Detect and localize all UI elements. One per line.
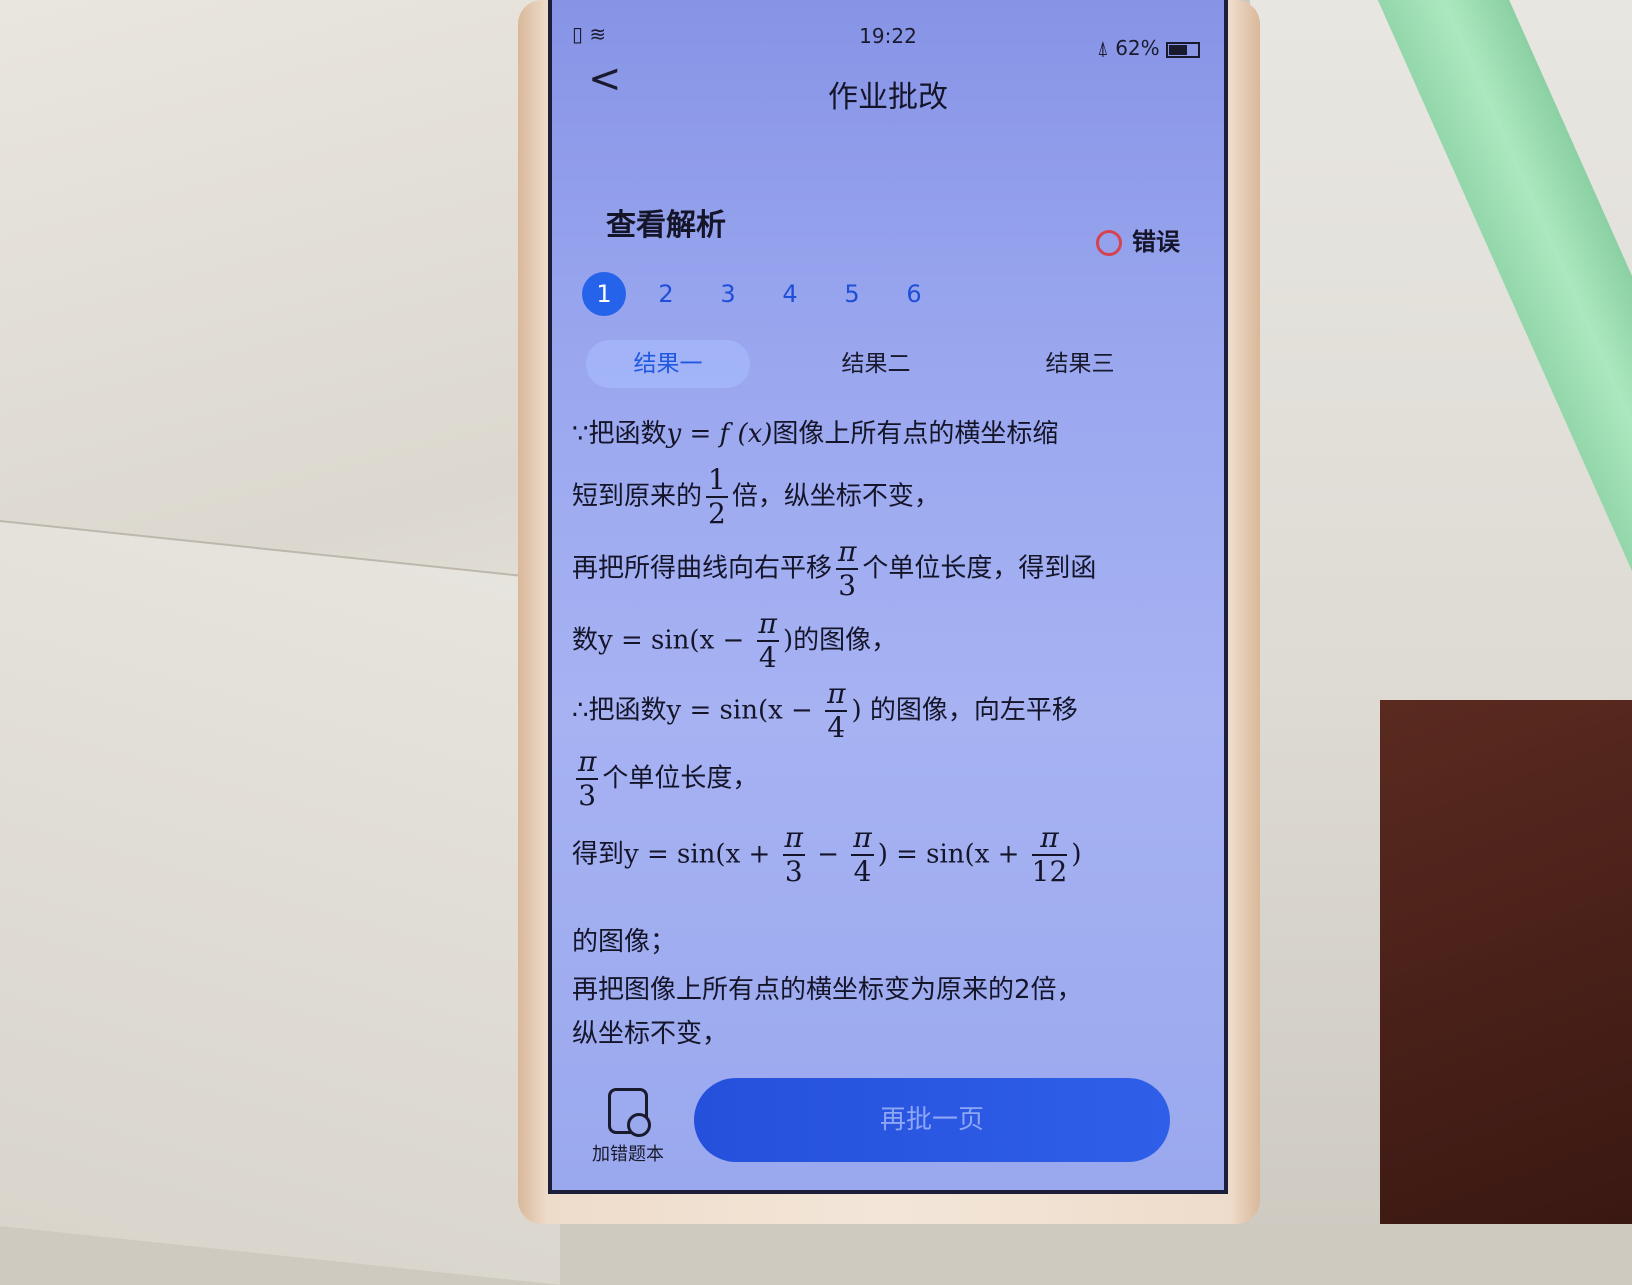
text: 图像上所有点的横坐标缩 (772, 419, 1059, 449)
add-mistake-label: 加错题本 (592, 1144, 664, 1165)
fraction: π4 (756, 607, 779, 675)
solution-line: 纵坐标不变， (572, 1019, 729, 1049)
denominator: 4 (853, 855, 872, 889)
solution-line: 再把图像上所有点的横坐标变为原来的2倍， (572, 975, 1083, 1005)
denominator: 4 (758, 641, 777, 675)
battery-icon (1166, 41, 1200, 58)
text: 再把所得曲线向右平移 (572, 553, 833, 584)
tab-result-2[interactable]: 结果二 (794, 340, 958, 388)
add-mistake-book-button[interactable]: 加错题本 (588, 1088, 668, 1166)
text: 的图像， (793, 625, 898, 656)
question-number[interactable]: 3 (706, 272, 750, 316)
math: − (808, 839, 848, 870)
solution-line: ∵把函数y = f (x)图像上所有点的横坐标缩 (572, 418, 1058, 452)
question-number-list: 123456 (582, 272, 954, 316)
text: 个单位长度， (602, 763, 759, 794)
alarm-icon: ⍋ (1096, 36, 1109, 60)
numerator: π (1031, 821, 1068, 857)
solution-line: 得到y = sin(x + π3 − π 4) = sin(x + π 12) (572, 821, 1082, 889)
tab-result-1[interactable]: 结果一 (586, 340, 750, 388)
text: 数 (572, 625, 599, 656)
fraction: π3 (576, 745, 599, 813)
text: 短到原来的 (572, 481, 703, 512)
page-title: 作业批改 (828, 80, 948, 115)
fraction: π4 (825, 677, 848, 745)
math: y = sin(x + (624, 839, 779, 870)
text: 的图像，向左平移 (861, 695, 1078, 726)
grade-another-page-button[interactable]: 再批一页 (694, 1078, 1170, 1162)
phone-screen: ▯ ≋ 19:22 ⍋ 62% < 作业批改 查看解析 错误 123456 结果… (548, 0, 1228, 1194)
math: ) (782, 625, 794, 656)
section-title: 查看解析 (606, 208, 726, 243)
result-status: 错误 (1096, 222, 1180, 257)
text: 个单位长度，得到函 (862, 553, 1097, 584)
numerator: 1 (706, 463, 728, 499)
numerator: π (782, 821, 805, 857)
fraction: π 12 (1031, 821, 1068, 889)
denominator: 4 (827, 711, 846, 745)
numerator: π (836, 535, 859, 571)
solution-line: ∴把函数y = sin(x − π 4) 的图像，向左平移 (572, 677, 1078, 745)
solution-line: 数y = sin(x − π 4)的图像， (572, 607, 898, 675)
background-paper-fold (0, 520, 560, 1285)
math: y = f (x) (666, 419, 773, 449)
denominator: 3 (838, 569, 857, 603)
battery-percent: 62% (1115, 36, 1160, 60)
numerator: π (576, 745, 599, 781)
math: ) (1071, 839, 1082, 870)
denominator: 3 (784, 855, 803, 889)
status-right: ⍋ 62% (1097, 36, 1200, 60)
text: ∵把函数 (572, 419, 667, 449)
denominator: 3 (578, 779, 597, 813)
fraction: π3 (836, 535, 859, 603)
background-desk (1380, 700, 1632, 1224)
denominator: 12 (1031, 855, 1068, 889)
question-number[interactable]: 1 (582, 272, 626, 316)
question-number[interactable]: 6 (892, 272, 936, 316)
solution-line: π 3 个单位长度， (572, 745, 759, 813)
fraction: π3 (782, 821, 805, 889)
question-number[interactable]: 5 (830, 272, 874, 316)
fraction: π4 (851, 821, 874, 889)
numerator: π (825, 677, 848, 713)
text: ∴把函数 (572, 695, 667, 726)
result-tabs: 结果一 结果二 结果三 (572, 340, 1212, 396)
math: ) = sin(x + (877, 839, 1028, 870)
math: y = sin(x − (666, 695, 822, 726)
status-bar: ▯ ≋ 19:22 ⍋ 62% (552, 18, 1224, 60)
text: 倍，纵坐标不变， (731, 481, 940, 512)
text: 得到 (572, 839, 625, 870)
question-number[interactable]: 4 (768, 272, 812, 316)
numerator: π (756, 607, 779, 643)
wrong-circle-icon (1096, 230, 1122, 256)
denominator: 2 (708, 497, 726, 531)
solution-line: 再把所得曲线向右平移 π 3 个单位长度，得到函 (572, 535, 1097, 603)
solution-line: 短到原来的 1 2 倍，纵坐标不变， (572, 463, 940, 531)
result-status-label: 错误 (1132, 228, 1180, 256)
fraction: 12 (706, 463, 728, 531)
solution-line: 的图像； (572, 927, 677, 957)
tab-result-3[interactable]: 结果三 (998, 340, 1162, 388)
math: y = sin(x − (598, 625, 753, 656)
question-number[interactable]: 2 (644, 272, 688, 316)
add-notebook-icon (608, 1088, 651, 1137)
numerator: π (851, 821, 874, 857)
math: ) (851, 695, 862, 726)
